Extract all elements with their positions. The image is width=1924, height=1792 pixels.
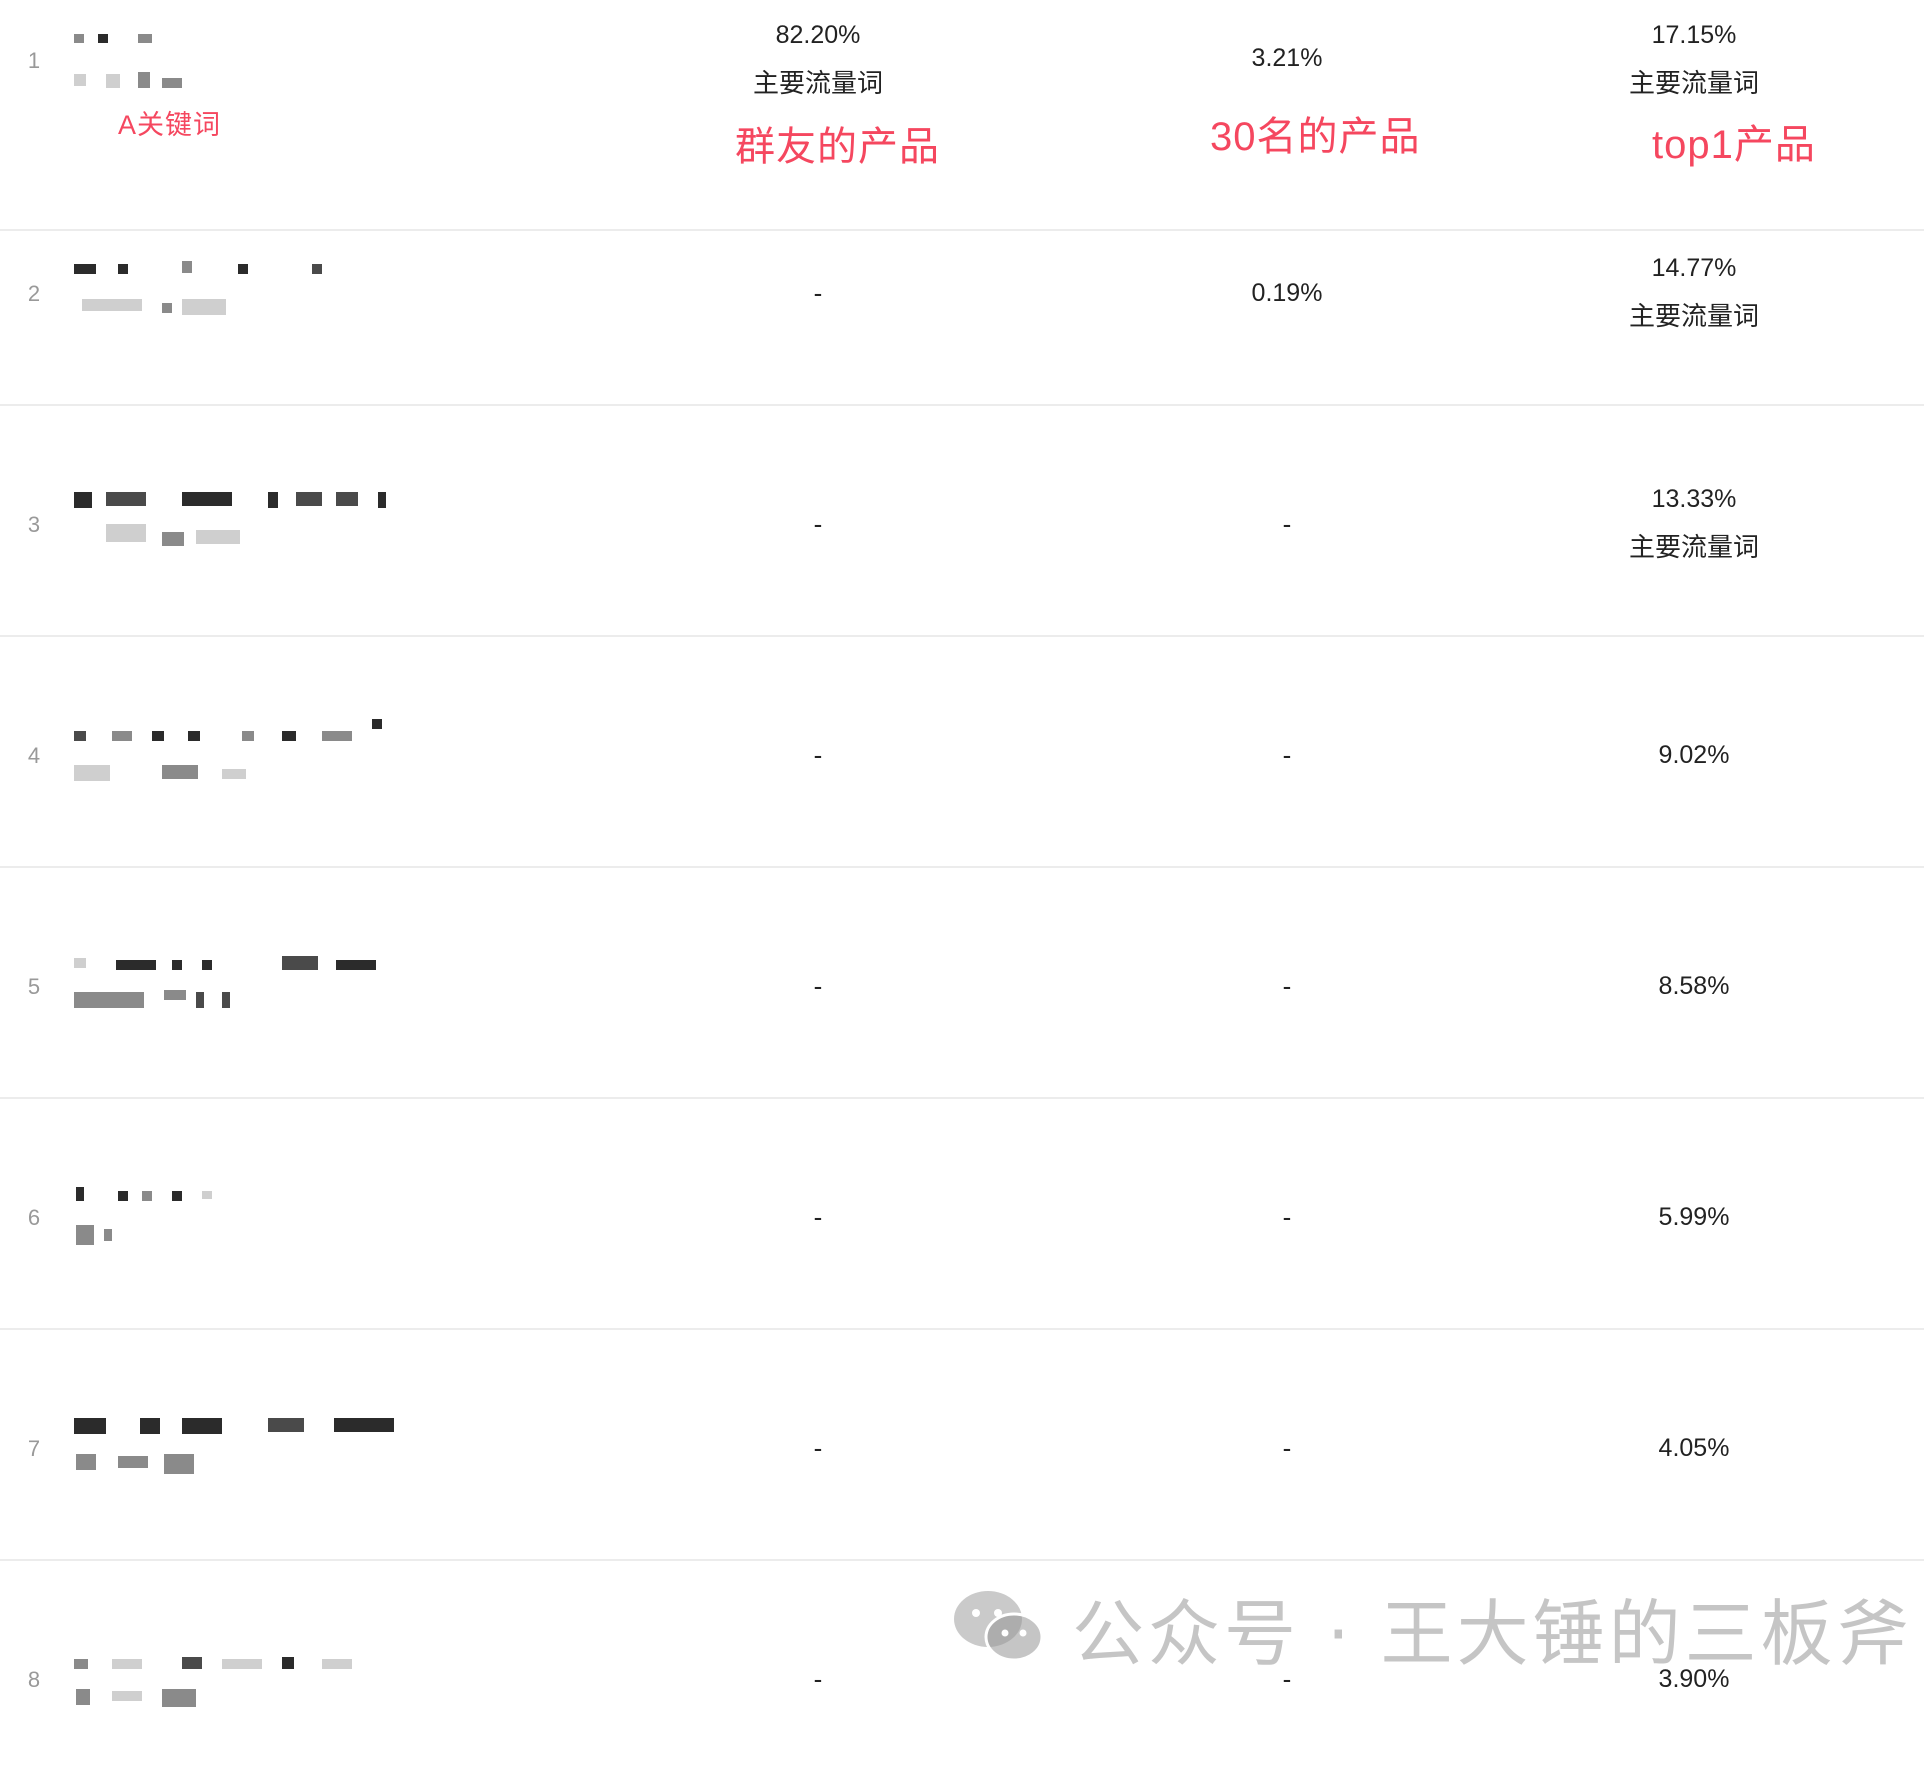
watermark: 公众号 · 王大锤的三板斧 xyxy=(950,1582,1913,1676)
cell-value: 8.58% xyxy=(1658,972,1730,1000)
row-index: 3 xyxy=(27,512,41,537)
cell-col2: 3.21% xyxy=(1187,41,1387,75)
table-row[interactable]: 2 - 0.19% 14.77% 主要流量词 xyxy=(0,175,1924,406)
cell-value: 0.19% xyxy=(1251,279,1323,307)
cell-col3: 8.58% xyxy=(1594,969,1794,1003)
cell-col3: 14.77% 主要流量词 xyxy=(1594,251,1794,333)
cell-tag: 主要流量词 xyxy=(752,68,883,98)
row-index: 5 xyxy=(27,974,41,999)
cell-value: - xyxy=(813,1664,823,1694)
cell-col2: - xyxy=(1187,1431,1387,1466)
cell-tag: 主要流量词 xyxy=(1628,532,1759,562)
cell-value: - xyxy=(813,740,823,770)
annotation-col2: 30名的产品 xyxy=(1210,115,1421,159)
table-row[interactable]: 3 - - 13.33% 主要流量词 xyxy=(0,406,1924,637)
cell-value: - xyxy=(813,1433,823,1463)
cell-col2: - xyxy=(1187,507,1387,542)
row-index: 7 xyxy=(27,1436,41,1461)
cell-value: 13.33% xyxy=(1651,485,1737,513)
cell-tag: 主要流量词 xyxy=(1628,68,1759,98)
cell-value: 3.21% xyxy=(1251,44,1323,72)
annotation-col1: 群友的产品 xyxy=(735,125,940,169)
annotation-col3: top1产品 xyxy=(1652,123,1816,167)
cell-col1: 82.20% 主要流量词 xyxy=(718,18,918,100)
cell-col3: 5.99% xyxy=(1594,1200,1794,1234)
cell-value: 4.05% xyxy=(1658,1434,1730,1462)
cell-value: - xyxy=(813,278,823,308)
cell-value: - xyxy=(1282,1202,1292,1232)
cell-value: 9.02% xyxy=(1658,741,1730,769)
cell-col2: - xyxy=(1187,1200,1387,1235)
cell-col3: 4.05% xyxy=(1594,1431,1794,1465)
cell-col2: 0.19% xyxy=(1187,276,1387,310)
cell-col1: - xyxy=(718,276,918,311)
table-row[interactable]: 4 - - 9.02% xyxy=(0,637,1924,868)
row-index: 1 xyxy=(27,48,41,73)
cell-col1: - xyxy=(718,507,918,542)
cell-col3: 9.02% xyxy=(1594,738,1794,772)
row-index: 6 xyxy=(27,1205,41,1230)
table-row[interactable]: 7 - - 4.05% xyxy=(0,1330,1924,1561)
row-index: 4 xyxy=(27,743,41,768)
annotation-keyword-a: A关键词 xyxy=(118,110,222,140)
table-row[interactable]: 5 - - 8.58% xyxy=(0,868,1924,1099)
cell-value: - xyxy=(813,1202,823,1232)
cell-value: - xyxy=(1282,1433,1292,1463)
cell-value: - xyxy=(1282,971,1292,1001)
wechat-icon xyxy=(950,1587,1046,1667)
cell-col3: 17.15% 主要流量词 xyxy=(1594,18,1794,100)
cell-value: - xyxy=(1282,740,1292,770)
cell-col2: - xyxy=(1187,738,1387,773)
cell-value: 82.20% xyxy=(775,21,861,49)
table-row[interactable]: 6 - - 5.99% xyxy=(0,1099,1924,1330)
cell-col1: - xyxy=(718,738,918,773)
cell-col1: - xyxy=(718,1431,918,1466)
cell-tag: 主要流量词 xyxy=(1628,301,1759,331)
row-index: 2 xyxy=(27,281,41,306)
cell-col1: - xyxy=(718,1200,918,1235)
cell-value: 17.15% xyxy=(1651,21,1737,49)
row-index: 8 xyxy=(27,1667,41,1692)
cell-col2: - xyxy=(1187,969,1387,1004)
watermark-text: 公众号 · 王大锤的三板斧 xyxy=(1072,1591,1913,1676)
cell-value: - xyxy=(813,509,823,539)
cell-col3: 13.33% 主要流量词 xyxy=(1594,482,1794,564)
cell-col1: - xyxy=(718,1662,918,1697)
cell-col1: - xyxy=(718,969,918,1004)
cell-value: - xyxy=(813,971,823,1001)
cell-value: - xyxy=(1282,509,1292,539)
cell-value: 14.77% xyxy=(1651,254,1737,282)
cell-value: 5.99% xyxy=(1658,1203,1730,1231)
